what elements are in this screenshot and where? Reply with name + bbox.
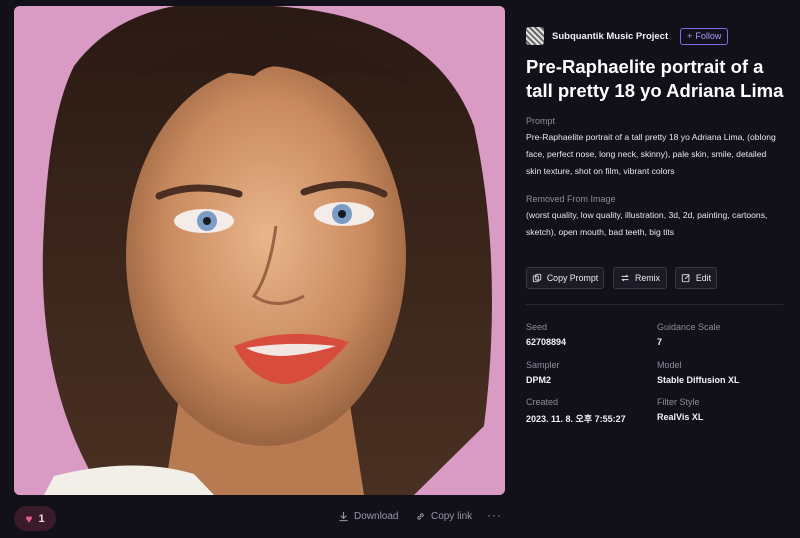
negative-prompt-label: Removed From Image [526, 194, 616, 204]
filter-style-value: RealVis XL [657, 412, 704, 422]
edit-label: Edit [695, 273, 712, 283]
download-icon [339, 511, 348, 522]
plus-icon: + [687, 31, 693, 41]
avatar[interactable] [526, 27, 544, 45]
portrait-illustration [14, 6, 505, 495]
download-button[interactable]: Download [338, 511, 398, 522]
like-button[interactable]: ♥ 1 [14, 506, 56, 531]
created-label: Created [526, 397, 559, 407]
guidance-scale-value: 7 [657, 337, 663, 347]
sampler-value: DPM2 [526, 375, 552, 385]
heart-icon: ♥ [25, 511, 33, 526]
remix-button[interactable]: Remix [613, 267, 667, 289]
remix-label: Remix [635, 273, 660, 283]
guidance-scale-label: Guidance Scale [657, 322, 721, 332]
copy-icon [532, 273, 541, 283]
seed-label: Seed [526, 322, 548, 332]
divider [526, 304, 783, 305]
page-title: Pre-Raphaelite portrait of a tall pretty… [526, 56, 784, 101]
generated-image[interactable] [14, 6, 505, 495]
edit-icon [681, 274, 690, 283]
link-icon [417, 513, 424, 520]
prompt-text: Pre-Raphaelite portrait of a tall pretty… [526, 132, 776, 176]
sampler-label: Sampler [526, 360, 560, 370]
download-label: Download [354, 511, 399, 522]
model-label: Model [657, 360, 682, 370]
seed-value: 62708894 [526, 337, 567, 347]
like-count: 1 [38, 512, 45, 525]
more-options-button[interactable]: ··· [487, 508, 502, 522]
follow-label: Follow [695, 31, 722, 41]
copy-prompt-button[interactable]: Copy Prompt [526, 267, 604, 289]
negative-prompt-text: (worst quality, low quality, illustratio… [526, 210, 768, 237]
copy-link-button[interactable]: Copy link [415, 511, 472, 522]
created-value: 2023. 11. 8. 오후 7:55:27 [526, 414, 626, 424]
filter-style-label: Filter Style [657, 397, 700, 407]
copy-prompt-label: Copy Prompt [546, 273, 599, 283]
prompt-label: Prompt [526, 116, 556, 126]
model-value: Stable Diffusion XL [657, 375, 740, 385]
edit-button[interactable]: Edit [675, 267, 717, 289]
remix-icon [621, 274, 629, 282]
follow-button[interactable]: + Follow [680, 27, 729, 45]
copy-link-label: Copy link [431, 511, 473, 522]
author-name[interactable]: Subquantik Music Project [552, 31, 668, 42]
author-row: Subquantik Music Project + Follow [526, 27, 729, 45]
